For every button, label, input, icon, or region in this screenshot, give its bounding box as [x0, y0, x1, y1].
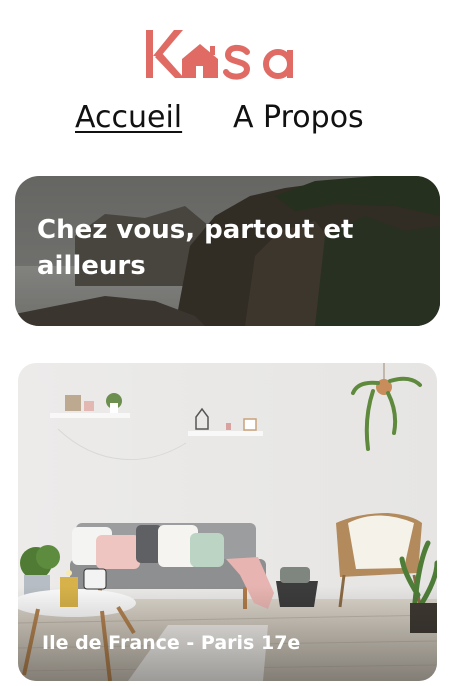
main-nav: Accueil A Propos — [0, 98, 452, 138]
listing-card[interactable]: Ile de France - Paris 17e — [18, 363, 437, 681]
listing-title: Ile de France - Paris 17e — [42, 632, 301, 654]
nav-link-home[interactable]: Accueil — [75, 98, 182, 138]
kasa-logo[interactable] — [144, 26, 310, 82]
hero-banner: Chez vous, partout et ailleurs — [15, 176, 440, 326]
nav-link-about[interactable]: A Propos — [233, 98, 364, 138]
banner-title: Chez vous, partout et ailleurs — [37, 215, 354, 281]
